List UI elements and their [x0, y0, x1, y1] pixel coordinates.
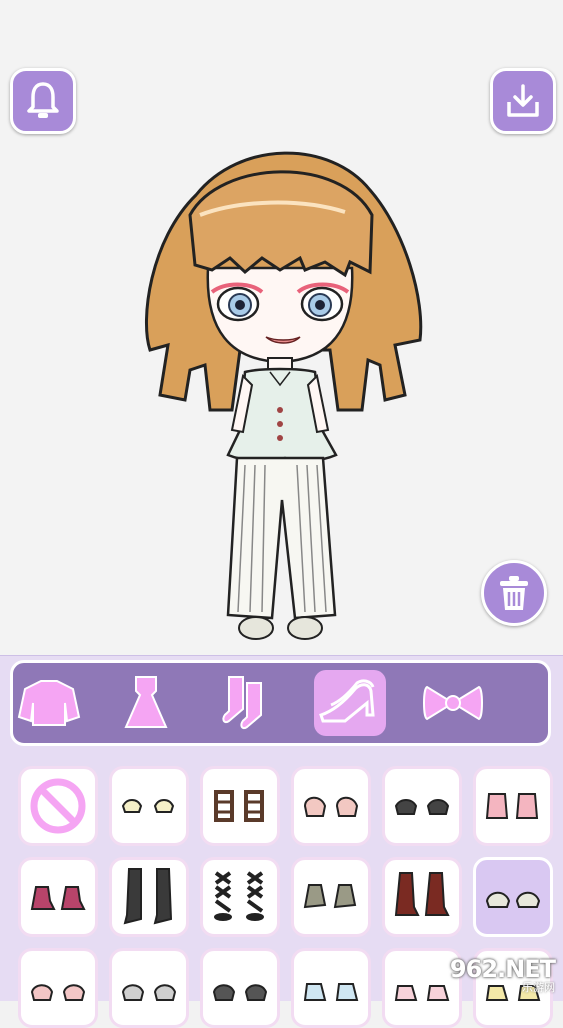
shoe-item[interactable]	[200, 857, 280, 937]
shoe-item[interactable]	[291, 766, 371, 846]
fluffy-boots-pink-icon	[485, 793, 539, 819]
shoe-item[interactable]	[109, 948, 189, 1028]
download-icon	[507, 84, 539, 117]
flats-black-icon	[394, 799, 450, 815]
shoes-icon	[319, 679, 375, 723]
shoe-item[interactable]	[18, 766, 98, 846]
delete-button[interactable]	[481, 560, 547, 626]
category-dress[interactable]	[110, 670, 182, 736]
watermark-logo: 962.NET	[449, 954, 556, 983]
mary-jane-pink-icon	[303, 796, 359, 817]
sneakers-blue-icon	[303, 983, 359, 1001]
accessory-icon	[539, 675, 551, 731]
shoe-item[interactable]	[382, 857, 462, 937]
slip-ons-pink-icon	[30, 984, 86, 1001]
button-3	[277, 435, 283, 441]
sandals-brown-icon	[214, 790, 264, 822]
left-pupil	[235, 300, 245, 310]
shoe-item[interactable]	[109, 766, 189, 846]
category-shoes[interactable]	[314, 670, 386, 736]
save-button[interactable]	[490, 68, 556, 134]
checkered-shoes-icon	[121, 984, 177, 1001]
shoe-item[interactable]	[18, 857, 98, 937]
bell-icon	[27, 82, 59, 118]
button-2	[277, 421, 283, 427]
right-pupil	[315, 300, 325, 310]
category-top[interactable]	[13, 670, 85, 736]
category-socks[interactable]	[211, 670, 283, 736]
category-accessory[interactable]	[518, 670, 551, 736]
socks-icon	[222, 676, 262, 729]
shoe-item[interactable]	[473, 857, 553, 937]
trash-icon	[500, 576, 528, 610]
category-bar	[10, 660, 551, 746]
loafers-dark-icon	[212, 984, 268, 1001]
watermark: 962.NET 乐游网	[418, 950, 563, 1000]
hair-bangs	[188, 170, 374, 278]
shoe-item[interactable]	[291, 857, 371, 937]
shoe-item[interactable]	[382, 766, 462, 846]
theme-button[interactable]	[10, 68, 76, 134]
dress-icon	[124, 676, 168, 728]
left-shoe	[238, 616, 274, 640]
shoe-item[interactable]	[200, 948, 280, 1028]
watermark-site: 乐游网	[522, 980, 555, 994]
ankle-boots-magenta-icon	[30, 886, 86, 910]
character-stage	[0, 0, 563, 655]
category-bow[interactable]	[417, 670, 489, 736]
shoe-item[interactable]	[473, 766, 553, 846]
flats-cream-icon	[121, 799, 175, 813]
bow-icon	[423, 685, 483, 721]
tall-boots-black-icon	[123, 868, 173, 925]
shoe-item[interactable]	[18, 948, 98, 1028]
shoe-item[interactable]	[291, 948, 371, 1028]
sneakers-grey-icon	[303, 884, 357, 909]
character-avatar	[144, 151, 423, 640]
none-icon	[30, 778, 86, 834]
right-shoe	[287, 616, 323, 640]
lace-up-sandals-black-icon	[214, 871, 264, 921]
top-icon	[17, 680, 81, 726]
combat-boots-red-icon	[394, 872, 450, 916]
button-1	[277, 407, 283, 413]
shoe-item[interactable]	[109, 857, 189, 937]
shoe-item[interactable]	[200, 766, 280, 846]
sneakers-white-icon	[485, 891, 541, 908]
